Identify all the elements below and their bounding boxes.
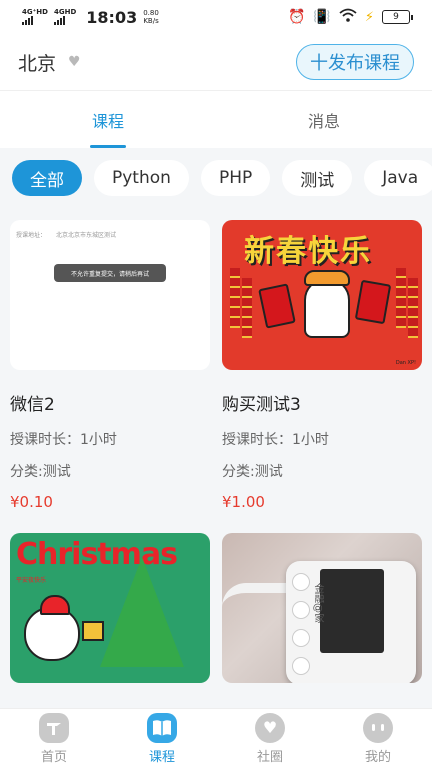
signal-2: 4GHD [53,8,77,25]
net-speed-unit: KB/s [143,17,159,25]
filter-chip-python[interactable]: Python [94,160,189,196]
course-duration: 授课时长：1小时 [222,432,329,448]
filter-chip-all[interactable]: 全部 [12,160,82,196]
charging-icon: ⚡ [364,9,374,25]
profile-icon [363,712,393,743]
tiger-hat-icon [304,270,350,286]
heart-icon: ♥ [255,712,285,743]
ghost-mascot-icon [304,278,350,338]
city-name: 北京 [18,52,57,75]
thumb-toast: 不允许重复提交，请稍后再试 [54,264,166,282]
network-label-1: 4G⁺HD [22,8,48,16]
header: 北京 ♥ 十发布课程 [0,40,432,84]
thumb-subtitle: 平安夜快乐 [16,577,47,584]
thumb-address: 授课地址： 北京北京市东城区测试 [16,230,116,239]
alarm-icon: ⏰ [287,9,306,25]
course-thumbnail: 金融@家 [222,533,422,683]
santa-hat-icon [40,595,70,615]
device-button [292,657,310,675]
firecracker-icon [396,268,406,328]
thumb-signature: Dan XP! [395,360,416,366]
signal-bars-icon [53,16,65,25]
course-thumbnail: 新春快乐 Dan XP! [222,220,422,370]
category-filter: 全部 Python PHP 测试 Java [0,148,432,208]
firecracker-icon [408,278,418,338]
course-title: 微信2 [10,395,55,415]
clock: 18:03 [86,7,138,27]
filter-chip-php[interactable]: PHP [200,160,271,196]
network-label-2: 4GHD [53,8,77,16]
santa-ghost-icon [24,607,80,661]
tabbar-label: 课程 [148,749,175,765]
wifi-icon [339,8,357,26]
course-list: 授课地址： 北京北京市东城区测试 不允许重复提交，请稍后再试 微信2 授课时长：… [0,208,432,708]
tab-courses[interactable]: 课程 [0,91,216,148]
course-card[interactable]: Christmas 平安夜快乐 [10,533,210,683]
bottom-tabbar: 首页 课程 ♥ 社圈 我的 [0,708,432,768]
filter-chip-java[interactable]: Java [364,160,432,196]
filter-chip-test[interactable]: 测试 [282,160,353,196]
course-card[interactable]: 金融@家 [222,533,422,683]
course-duration: 授课时长：1小时 [10,432,117,448]
tabbar-courses[interactable]: 课程 [108,709,216,768]
tabbar-label: 首页 [40,749,67,765]
thumb-address-value: 北京北京市东城区测试 [55,232,116,239]
tabbar-label: 我的 [364,749,391,765]
status-left: 4G⁺HD 4GHD 18:03 0.80 KB/s [22,8,159,27]
device-button [292,629,310,647]
device-button [292,573,310,591]
red-envelope-icon [258,283,296,329]
tabbar-profile[interactable]: 我的 [324,709,432,768]
course-thumbnail: Christmas 平安夜快乐 [10,533,210,683]
tab-label: 消息 [307,111,340,131]
home-icon [39,712,69,743]
publish-course-button[interactable]: 十发布课程 [296,44,414,80]
tab-messages[interactable]: 消息 [216,91,432,148]
tabbar-community[interactable]: ♥ 社圈 [216,709,324,768]
firecracker-icon [230,268,240,328]
course-thumbnail: 授课地址： 北京北京市东城区测试 不允许重复提交，请稍后再试 [10,220,210,370]
net-speed-value: 0.80 [143,9,159,17]
status-right: ⏰ 📳 ⚡ 9 [287,8,413,26]
heart-icon[interactable]: ♥ [68,54,81,70]
signal-bars-icon [22,16,33,25]
top-tabs: 课程 消息 [0,90,432,148]
city-selector[interactable]: 北京 ♥ [18,49,81,76]
tabbar-home[interactable]: 首页 [0,709,108,768]
thumb-title: 新春快乐 [244,234,372,269]
signal-1: 4G⁺HD [22,9,48,25]
net-speed: 0.80 KB/s [143,9,159,25]
device-screen [320,569,384,653]
christmas-tree-icon [100,557,184,667]
course-category: 分类:测试 [10,464,71,480]
book-icon [147,712,177,743]
vibrate-icon: 📳 [313,9,331,25]
course-card[interactable]: 新春快乐 Dan XP! 购买测试3 授课时长：1小时 分类:测试 ¥1.00 [222,220,422,533]
thumb-title: 金融@家 [312,583,323,623]
battery-level: 9 [393,12,399,22]
course-title: 购买测试3 [222,395,301,415]
tab-label: 课程 [91,111,124,131]
course-price: ¥1.00 [222,493,265,511]
red-envelope-icon [354,279,392,325]
firecracker-icon [242,278,252,338]
battery-icon: 9 [382,10,413,24]
course-price: ¥0.10 [10,493,53,511]
course-category: 分类:测试 [222,464,283,480]
course-card[interactable]: 授课地址： 北京北京市东城区测试 不允许重复提交，请稍后再试 微信2 授课时长：… [10,220,210,533]
tabbar-label: 社圈 [256,749,283,765]
thumb-address-label: 授课地址： [16,232,47,239]
gift-icon [82,621,104,641]
device-button [292,601,310,619]
status-bar: 4G⁺HD 4GHD 18:03 0.80 KB/s ⏰ 📳 ⚡ 9 [0,0,432,34]
